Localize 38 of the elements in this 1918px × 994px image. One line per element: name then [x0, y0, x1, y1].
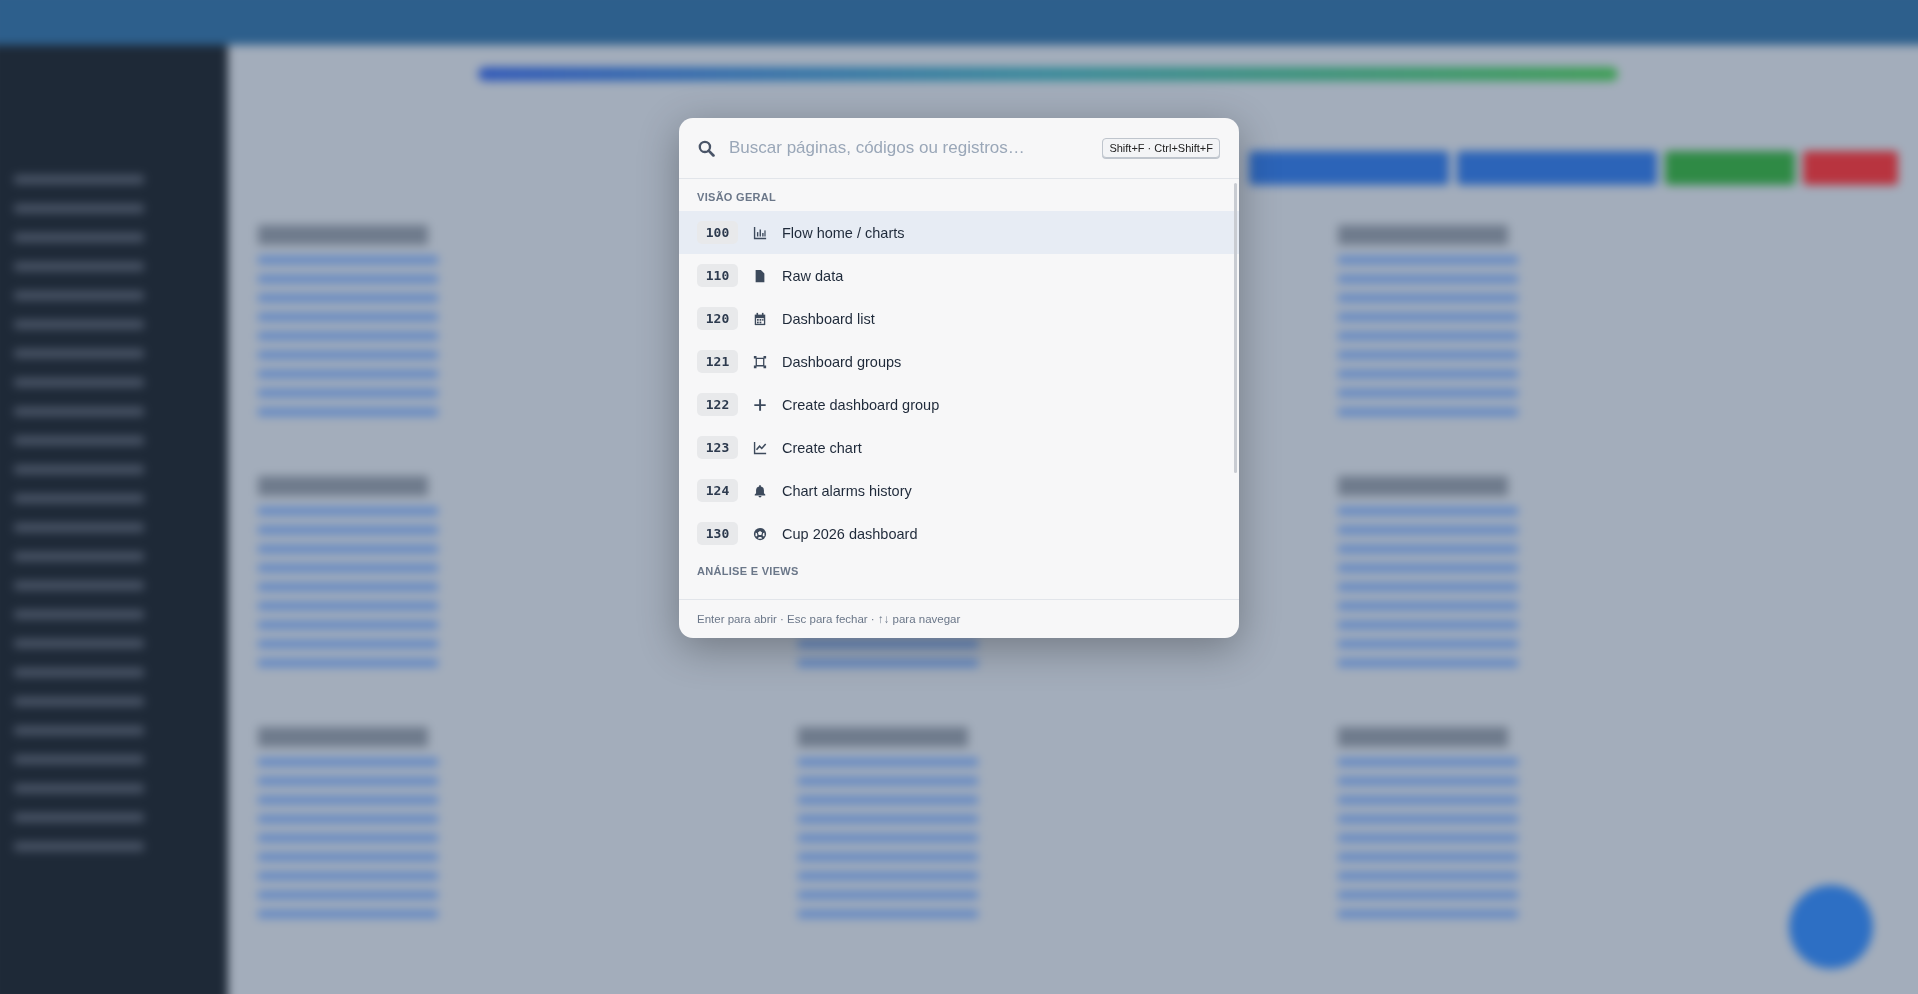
result-item[interactable]: 120 Dashboard list [679, 297, 1239, 340]
result-item[interactable]: 123 Create chart [679, 426, 1239, 469]
result-item[interactable]: 110 Raw data [679, 254, 1239, 297]
page-code: 123 [697, 436, 738, 459]
bar-chart-icon [753, 225, 767, 240]
section-heading: VISÃO GERAL [696, 190, 778, 205]
result-label: Cup 2026 dashboard [782, 525, 918, 542]
result-label: Dashboard groups [782, 353, 902, 370]
document-icon [753, 268, 767, 283]
section-heading: ANÁLISE E VIEWS [696, 564, 800, 579]
bell-icon [753, 483, 767, 498]
result-label: Flow home / charts [782, 224, 905, 241]
result-label: Raw data [782, 267, 844, 284]
result-item[interactable]: 121 Dashboard groups [679, 340, 1239, 383]
result-item[interactable]: 122 Create dashboard group [679, 383, 1239, 426]
page-code: 121 [697, 350, 738, 373]
result-label: Dashboard list [782, 310, 875, 327]
ball-icon [753, 526, 767, 541]
keyboard-shortcut: Shift+F · Ctrl+Shift+F [1102, 138, 1220, 158]
page-code: 100 [697, 221, 738, 244]
frame-icon [753, 354, 767, 369]
calendar-icon [753, 311, 767, 326]
search-field[interactable]: Buscar páginas, códigos ou registros… [729, 138, 1089, 158]
plus-icon [753, 397, 767, 412]
page-code: 120 [697, 307, 738, 330]
result-label: Create dashboard group [782, 396, 940, 413]
result-label: Create chart [782, 439, 862, 456]
search-icon [698, 139, 715, 157]
result-item[interactable]: 124 Chart alarms history [679, 469, 1239, 512]
page-code: 122 [697, 393, 738, 416]
result-label: Chart alarms history [782, 482, 912, 499]
result-item[interactable]: 130 Cup 2026 dashboard [679, 512, 1239, 555]
keyboard-hint: Enter para abrir · Esc para fechar · ↑↓ para navegar [679, 599, 1239, 638]
page-code: 130 [697, 522, 738, 545]
page-code: 110 [697, 264, 738, 287]
result-item[interactable]: 100 Flow home / charts [679, 211, 1239, 254]
line-chart-icon [753, 440, 767, 455]
page-code: 124 [697, 479, 738, 502]
